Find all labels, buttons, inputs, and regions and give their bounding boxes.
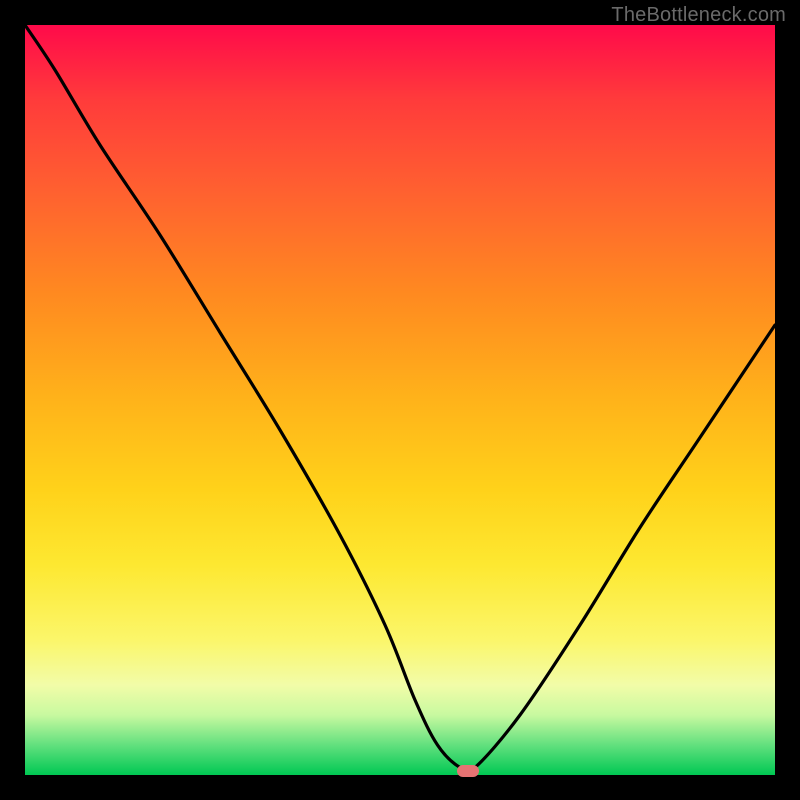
curve-svg [25,25,775,775]
watermark-text: TheBottleneck.com [611,4,786,27]
optimal-marker [457,765,479,777]
bottleneck-curve [25,25,775,772]
chart-stage: TheBottleneck.com [0,0,800,800]
plot-area [25,25,775,775]
